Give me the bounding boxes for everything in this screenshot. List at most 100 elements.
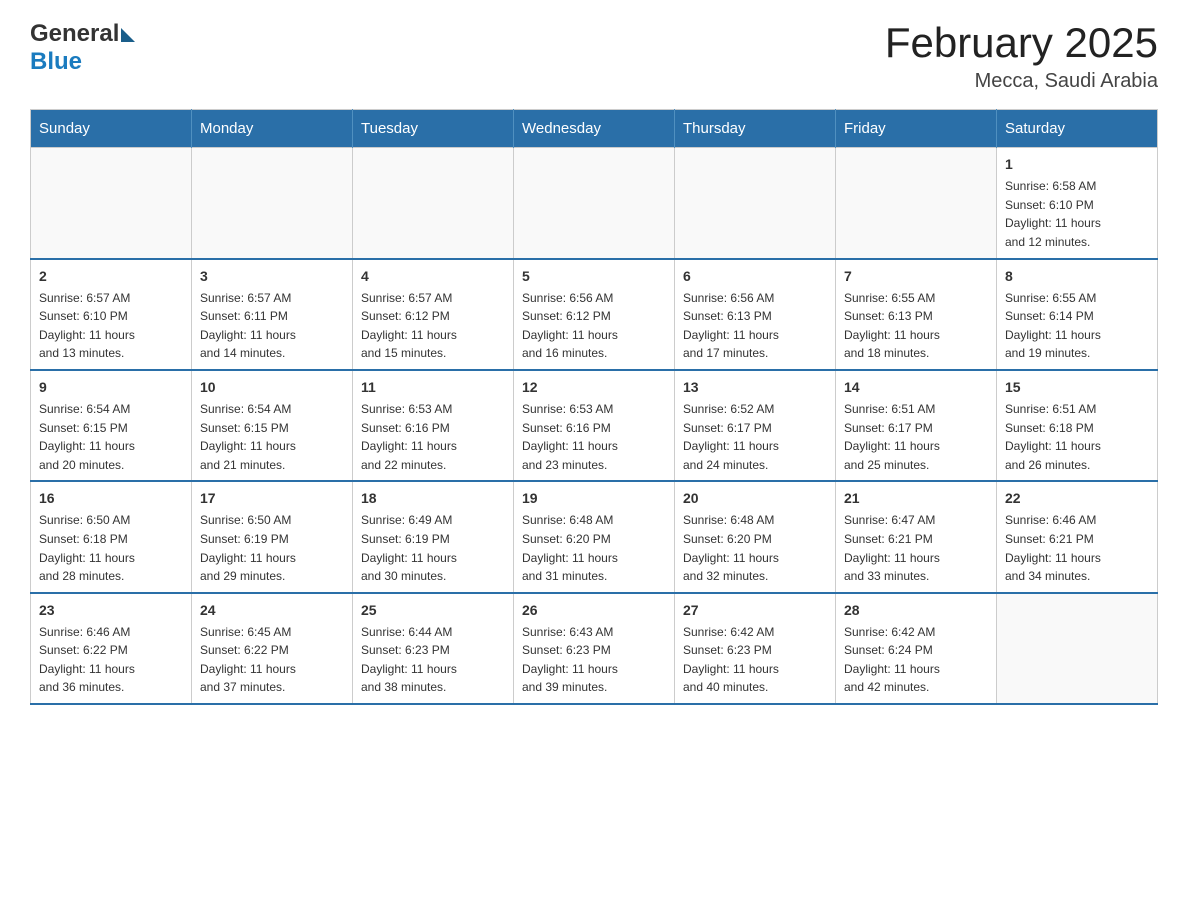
day-number: 26 xyxy=(522,600,666,621)
page-header: General Blue February 2025 Mecca, Saudi … xyxy=(30,20,1158,93)
day-info: Sunrise: 6:54 AMSunset: 6:15 PMDaylight:… xyxy=(39,400,183,474)
header-day-wednesday: Wednesday xyxy=(514,110,675,148)
day-cell: 8Sunrise: 6:55 AMSunset: 6:14 PMDaylight… xyxy=(997,259,1158,370)
day-info: Sunrise: 6:48 AMSunset: 6:20 PMDaylight:… xyxy=(683,511,827,585)
day-cell: 19Sunrise: 6:48 AMSunset: 6:20 PMDayligh… xyxy=(514,481,675,592)
day-info: Sunrise: 6:50 AMSunset: 6:18 PMDaylight:… xyxy=(39,511,183,585)
week-row-5: 23Sunrise: 6:46 AMSunset: 6:22 PMDayligh… xyxy=(31,593,1158,704)
header-day-sunday: Sunday xyxy=(31,110,192,148)
day-number: 28 xyxy=(844,600,988,621)
day-cell: 27Sunrise: 6:42 AMSunset: 6:23 PMDayligh… xyxy=(675,593,836,704)
day-number: 13 xyxy=(683,377,827,398)
day-info: Sunrise: 6:47 AMSunset: 6:21 PMDaylight:… xyxy=(844,511,988,585)
day-info: Sunrise: 6:46 AMSunset: 6:21 PMDaylight:… xyxy=(1005,511,1149,585)
day-cell: 21Sunrise: 6:47 AMSunset: 6:21 PMDayligh… xyxy=(836,481,997,592)
day-cell: 12Sunrise: 6:53 AMSunset: 6:16 PMDayligh… xyxy=(514,370,675,481)
day-info: Sunrise: 6:48 AMSunset: 6:20 PMDaylight:… xyxy=(522,511,666,585)
day-cell: 23Sunrise: 6:46 AMSunset: 6:22 PMDayligh… xyxy=(31,593,192,704)
day-info: Sunrise: 6:51 AMSunset: 6:17 PMDaylight:… xyxy=(844,400,988,474)
day-number: 11 xyxy=(361,377,505,398)
day-info: Sunrise: 6:55 AMSunset: 6:13 PMDaylight:… xyxy=(844,289,988,363)
header-day-thursday: Thursday xyxy=(675,110,836,148)
header-day-tuesday: Tuesday xyxy=(353,110,514,148)
day-info: Sunrise: 6:50 AMSunset: 6:19 PMDaylight:… xyxy=(200,511,344,585)
calendar-title: February 2025 xyxy=(885,20,1158,66)
week-row-4: 16Sunrise: 6:50 AMSunset: 6:18 PMDayligh… xyxy=(31,481,1158,592)
day-info: Sunrise: 6:57 AMSunset: 6:12 PMDaylight:… xyxy=(361,289,505,363)
day-number: 8 xyxy=(1005,266,1149,287)
calendar-header: SundayMondayTuesdayWednesdayThursdayFrid… xyxy=(31,110,1158,148)
header-day-friday: Friday xyxy=(836,110,997,148)
logo-blue-text: Blue xyxy=(30,48,82,76)
day-number: 7 xyxy=(844,266,988,287)
day-info: Sunrise: 6:49 AMSunset: 6:19 PMDaylight:… xyxy=(361,511,505,585)
calendar-subtitle: Mecca, Saudi Arabia xyxy=(885,70,1158,93)
day-info: Sunrise: 6:44 AMSunset: 6:23 PMDaylight:… xyxy=(361,623,505,697)
day-cell: 10Sunrise: 6:54 AMSunset: 6:15 PMDayligh… xyxy=(192,370,353,481)
logo: General Blue xyxy=(30,20,135,76)
day-cell: 13Sunrise: 6:52 AMSunset: 6:17 PMDayligh… xyxy=(675,370,836,481)
calendar-table: SundayMondayTuesdayWednesdayThursdayFrid… xyxy=(30,109,1158,705)
day-info: Sunrise: 6:43 AMSunset: 6:23 PMDaylight:… xyxy=(522,623,666,697)
day-number: 24 xyxy=(200,600,344,621)
day-number: 9 xyxy=(39,377,183,398)
day-cell xyxy=(192,148,353,259)
day-cell xyxy=(353,148,514,259)
day-info: Sunrise: 6:56 AMSunset: 6:13 PMDaylight:… xyxy=(683,289,827,363)
day-number: 2 xyxy=(39,266,183,287)
day-info: Sunrise: 6:56 AMSunset: 6:12 PMDaylight:… xyxy=(522,289,666,363)
day-cell: 14Sunrise: 6:51 AMSunset: 6:17 PMDayligh… xyxy=(836,370,997,481)
day-info: Sunrise: 6:52 AMSunset: 6:17 PMDaylight:… xyxy=(683,400,827,474)
header-row: SundayMondayTuesdayWednesdayThursdayFrid… xyxy=(31,110,1158,148)
day-cell: 22Sunrise: 6:46 AMSunset: 6:21 PMDayligh… xyxy=(997,481,1158,592)
week-row-2: 2Sunrise: 6:57 AMSunset: 6:10 PMDaylight… xyxy=(31,259,1158,370)
day-cell: 16Sunrise: 6:50 AMSunset: 6:18 PMDayligh… xyxy=(31,481,192,592)
day-cell xyxy=(675,148,836,259)
day-info: Sunrise: 6:57 AMSunset: 6:11 PMDaylight:… xyxy=(200,289,344,363)
day-cell: 3Sunrise: 6:57 AMSunset: 6:11 PMDaylight… xyxy=(192,259,353,370)
day-cell: 17Sunrise: 6:50 AMSunset: 6:19 PMDayligh… xyxy=(192,481,353,592)
day-info: Sunrise: 6:45 AMSunset: 6:22 PMDaylight:… xyxy=(200,623,344,697)
day-number: 6 xyxy=(683,266,827,287)
day-number: 10 xyxy=(200,377,344,398)
day-number: 4 xyxy=(361,266,505,287)
day-cell xyxy=(997,593,1158,704)
logo-arrow-icon xyxy=(121,28,135,42)
day-number: 22 xyxy=(1005,488,1149,509)
day-number: 25 xyxy=(361,600,505,621)
day-info: Sunrise: 6:54 AMSunset: 6:15 PMDaylight:… xyxy=(200,400,344,474)
day-info: Sunrise: 6:57 AMSunset: 6:10 PMDaylight:… xyxy=(39,289,183,363)
header-day-monday: Monday xyxy=(192,110,353,148)
day-cell xyxy=(31,148,192,259)
day-number: 27 xyxy=(683,600,827,621)
week-row-1: 1Sunrise: 6:58 AMSunset: 6:10 PMDaylight… xyxy=(31,148,1158,259)
day-cell: 2Sunrise: 6:57 AMSunset: 6:10 PMDaylight… xyxy=(31,259,192,370)
day-cell: 26Sunrise: 6:43 AMSunset: 6:23 PMDayligh… xyxy=(514,593,675,704)
day-number: 21 xyxy=(844,488,988,509)
day-number: 17 xyxy=(200,488,344,509)
header-day-saturday: Saturday xyxy=(997,110,1158,148)
day-cell: 4Sunrise: 6:57 AMSunset: 6:12 PMDaylight… xyxy=(353,259,514,370)
day-info: Sunrise: 6:58 AMSunset: 6:10 PMDaylight:… xyxy=(1005,177,1149,251)
day-cell: 25Sunrise: 6:44 AMSunset: 6:23 PMDayligh… xyxy=(353,593,514,704)
day-cell: 5Sunrise: 6:56 AMSunset: 6:12 PMDaylight… xyxy=(514,259,675,370)
day-number: 14 xyxy=(844,377,988,398)
day-cell xyxy=(836,148,997,259)
day-number: 19 xyxy=(522,488,666,509)
day-number: 15 xyxy=(1005,377,1149,398)
day-cell: 1Sunrise: 6:58 AMSunset: 6:10 PMDaylight… xyxy=(997,148,1158,259)
day-number: 23 xyxy=(39,600,183,621)
day-info: Sunrise: 6:51 AMSunset: 6:18 PMDaylight:… xyxy=(1005,400,1149,474)
day-info: Sunrise: 6:42 AMSunset: 6:24 PMDaylight:… xyxy=(844,623,988,697)
day-cell xyxy=(514,148,675,259)
week-row-3: 9Sunrise: 6:54 AMSunset: 6:15 PMDaylight… xyxy=(31,370,1158,481)
day-number: 5 xyxy=(522,266,666,287)
day-cell: 7Sunrise: 6:55 AMSunset: 6:13 PMDaylight… xyxy=(836,259,997,370)
day-cell: 18Sunrise: 6:49 AMSunset: 6:19 PMDayligh… xyxy=(353,481,514,592)
day-cell: 15Sunrise: 6:51 AMSunset: 6:18 PMDayligh… xyxy=(997,370,1158,481)
day-cell: 6Sunrise: 6:56 AMSunset: 6:13 PMDaylight… xyxy=(675,259,836,370)
day-cell: 11Sunrise: 6:53 AMSunset: 6:16 PMDayligh… xyxy=(353,370,514,481)
title-area: February 2025 Mecca, Saudi Arabia xyxy=(885,20,1158,93)
day-number: 3 xyxy=(200,266,344,287)
day-cell: 28Sunrise: 6:42 AMSunset: 6:24 PMDayligh… xyxy=(836,593,997,704)
